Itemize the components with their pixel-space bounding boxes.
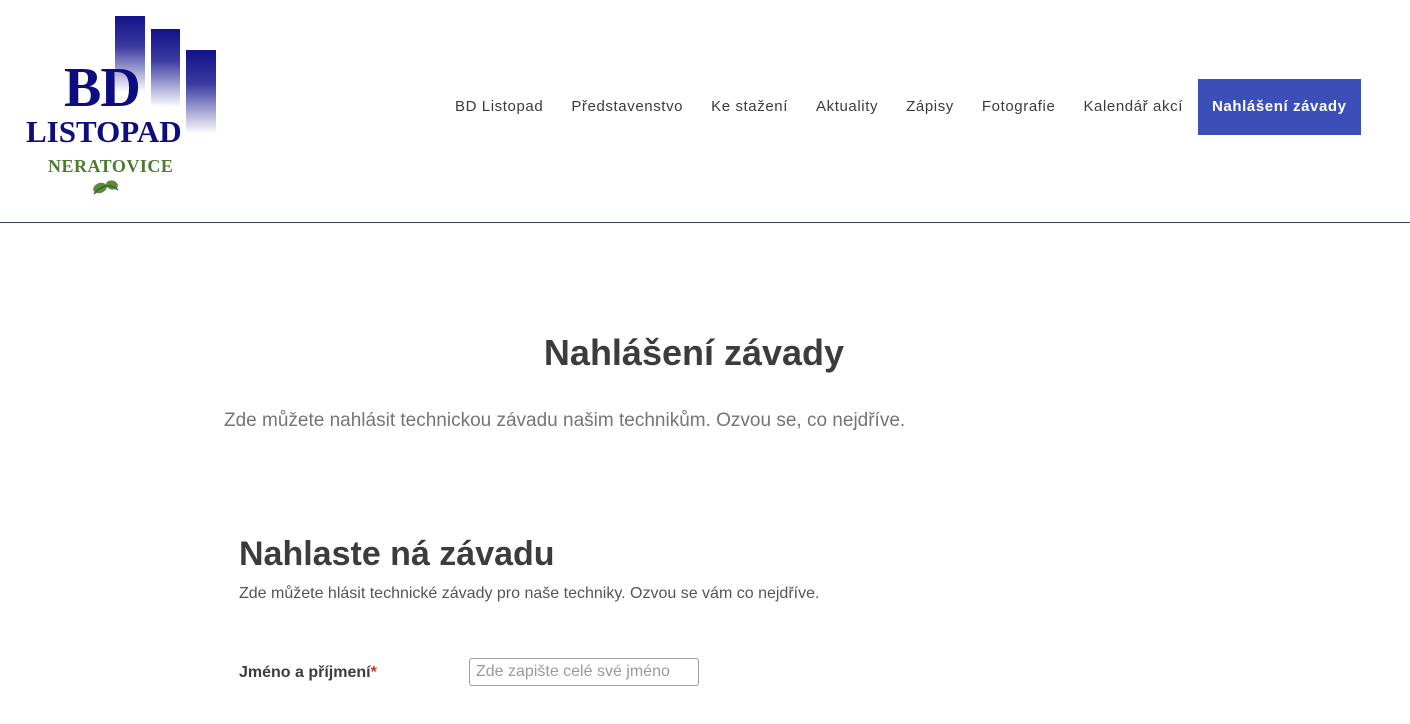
- logo-bd-text: BD: [64, 57, 141, 119]
- logo-listopad-text: LISTOPAD: [26, 114, 182, 149]
- required-mark: *: [370, 664, 377, 681]
- logo-city-text: NERATOVICE: [48, 156, 174, 176]
- name-field-label: Jméno a příjmení*: [239, 664, 377, 682]
- nav-item-kalendar-akci[interactable]: Kalendář akcí: [1069, 79, 1197, 135]
- page-intro: Zde můžete nahlásit technickou závadu na…: [224, 410, 906, 431]
- site-logo[interactable]: BD LISTOPAD NERATOVICE: [24, 14, 224, 204]
- leaf-icon: [93, 180, 119, 195]
- name-input[interactable]: [469, 658, 699, 686]
- nav-item-predstavenstvo[interactable]: Představenstvo: [557, 79, 697, 135]
- nav-item-zapisy[interactable]: Zápisy: [892, 79, 968, 135]
- logo-bar: [151, 29, 180, 107]
- form-description: Zde můžete hlásit technické závady pro n…: [239, 585, 820, 602]
- nav-item-ke-stazeni[interactable]: Ke stažení: [697, 79, 802, 135]
- nav-item-fotografie[interactable]: Fotografie: [968, 79, 1070, 135]
- form-title: Nahlaste ná závadu: [239, 535, 555, 573]
- site-header: BD LISTOPAD NERATOVICE BD Listopad Předs…: [0, 0, 1410, 223]
- logo-bar: [186, 50, 216, 134]
- nav-item-aktuality[interactable]: Aktuality: [802, 79, 892, 135]
- name-field-label-text: Jméno a příjmení: [239, 664, 371, 681]
- page-title: Nahlášení závady: [543, 332, 845, 373]
- nav-item-nahlaseni-zavady[interactable]: Nahlášení závady: [1197, 79, 1361, 135]
- main-nav: BD Listopad Představenstvo Ke stažení Ak…: [441, 79, 1361, 135]
- nav-item-bd-listopad[interactable]: BD Listopad: [441, 79, 557, 135]
